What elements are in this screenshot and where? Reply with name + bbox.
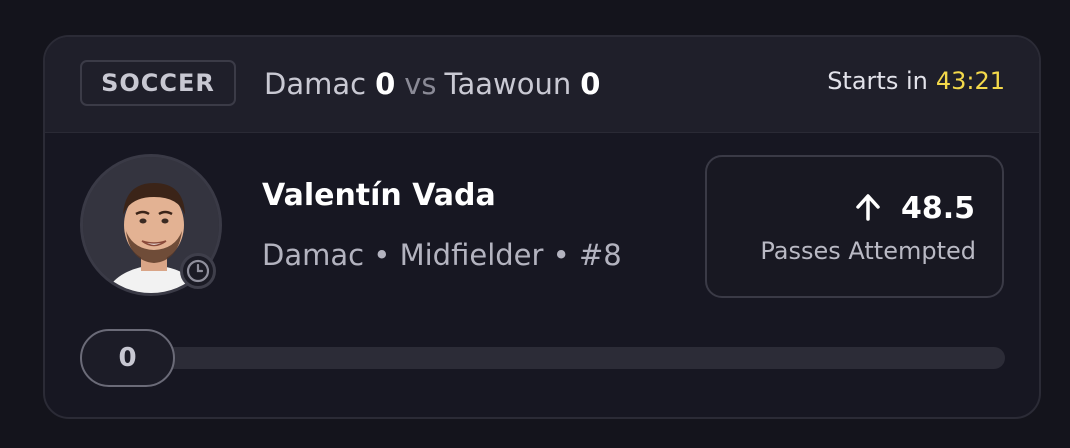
- match-header: SOCCER Damac 0 vs Taawoun 0 Starts in 43:…: [45, 37, 1039, 133]
- stat-line: 48.5: [853, 191, 975, 226]
- home-score: 0: [375, 67, 396, 101]
- stat-line-box[interactable]: 48.5 Passes Attempted: [705, 155, 1004, 298]
- home-team: Damac: [264, 67, 367, 101]
- vs-label: vs: [404, 67, 437, 101]
- progress-track: [81, 347, 1005, 369]
- matchup: Damac 0 vs Taawoun 0: [264, 64, 600, 104]
- start-countdown: Starts in 43:21: [827, 67, 1005, 95]
- countdown-timer: 43:21: [935, 67, 1005, 95]
- stat-label: Passes Attempted: [760, 237, 976, 265]
- player-meta: Damac • Midfielder • #8: [262, 238, 622, 272]
- clock-icon: [180, 253, 216, 289]
- away-team: Taawoun: [444, 67, 572, 101]
- stat-value: 48.5: [900, 191, 975, 226]
- arrow-up-icon: [853, 192, 883, 226]
- progress-value-pill: 0: [80, 329, 175, 387]
- sport-badge: SOCCER: [80, 60, 236, 106]
- starts-label: Starts in: [827, 67, 928, 95]
- away-score: 0: [580, 67, 601, 101]
- player-name: Valentín Vada: [262, 178, 496, 213]
